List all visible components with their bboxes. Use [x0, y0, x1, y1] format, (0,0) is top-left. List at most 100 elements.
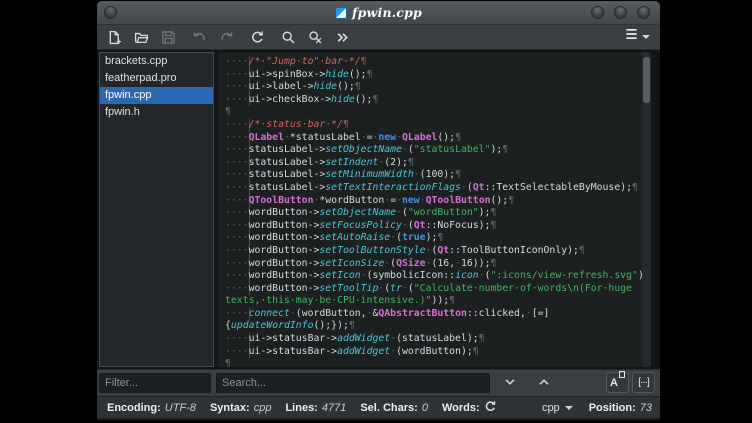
filter-input[interactable] [99, 373, 211, 393]
file-item[interactable]: featherpad.pro [100, 70, 213, 87]
code-line[interactable]: ····wordButton->setToolTip·(tr·("Calcula… [225, 283, 642, 296]
magnifier-x-icon [308, 30, 323, 45]
main-menu-button[interactable] [624, 27, 650, 46]
syntax-combo-value: cpp [542, 402, 560, 414]
words-label: Words: [442, 402, 480, 414]
new-tab-button[interactable] [105, 28, 123, 46]
toolbar-overflow-button[interactable] [333, 28, 351, 46]
chevron-up-icon [537, 375, 551, 392]
window-controls [591, 6, 650, 19]
code-line[interactable]: ····connect·(wordButton,·&QAbstractButto… [225, 308, 642, 321]
sel-chars-value: 0 [422, 402, 428, 414]
whole-word-icon: [···] [638, 377, 649, 388]
search-input[interactable] [216, 373, 490, 393]
window-menu-button[interactable] [104, 6, 117, 19]
file-list: brackets.cppfeatherpad.profpwin.cppfpwin… [99, 52, 214, 367]
lines-label: Lines: [285, 402, 317, 414]
code-line[interactable]: ····/*·"Jump·to"·bar·*/¶ [225, 56, 642, 69]
desktop-background: fpwin.cpp [0, 0, 752, 423]
position-label: Position: [589, 402, 636, 414]
chevron-down-icon [565, 406, 573, 410]
match-case-button[interactable]: A [606, 372, 629, 393]
maximize-button[interactable] [614, 6, 627, 19]
code-line[interactable]: ¶ [225, 358, 642, 367]
editor: ····/*·"Jump·to"·bar·*/¶····ui->spinBox-… [218, 52, 651, 367]
double-chevron-icon [335, 30, 350, 45]
reload-icon [250, 30, 265, 45]
code-line[interactable]: ¶ [225, 106, 642, 119]
main-area: brackets.cppfeatherpad.profpwin.cppfpwin… [97, 50, 660, 369]
file-item[interactable]: fpwin.cpp [100, 87, 213, 104]
hamburger-menu-icon [624, 27, 639, 46]
scrollbar-thumb[interactable] [643, 57, 650, 103]
toolbar [97, 25, 660, 50]
end-search-button[interactable] [306, 28, 324, 46]
code-line[interactable]: ····wordButton->setFocusPolicy·(Qt::NoFo… [225, 220, 642, 233]
status-selection: Sel. Chars: 0 [360, 402, 428, 414]
code-line[interactable]: ····ui->statusBar->addWidget·(wordButton… [225, 346, 642, 359]
code-line[interactable]: ····statusLabel->setTextInteractionFlags… [225, 182, 642, 195]
search-bar: A [···] [97, 369, 660, 396]
code-line[interactable]: ····ui->spinBox->hide();¶ [225, 69, 642, 82]
save-button[interactable] [159, 28, 177, 46]
search-button[interactable] [279, 28, 297, 46]
window-bottom-edge [97, 418, 660, 420]
code-line[interactable]: ····wordButton->setIconSize·(QSize·(16,·… [225, 258, 642, 271]
redo-arrow-icon [219, 30, 234, 45]
new-file-icon [107, 30, 122, 45]
chevron-down-icon [503, 375, 517, 392]
titlebar[interactable]: fpwin.cpp [97, 1, 660, 25]
find-previous-button[interactable] [535, 374, 553, 392]
code-line[interactable]: ····wordButton->setAutoRaise·(true);¶ [225, 232, 642, 245]
syntax-label: Syntax: [210, 402, 250, 414]
close-button[interactable] [637, 6, 650, 19]
file-item[interactable]: fpwin.h [100, 104, 213, 121]
code-line[interactable]: ····ui->checkBox->hide();¶ [225, 94, 642, 107]
open-folder-icon [134, 30, 149, 45]
syntax-value: cpp [254, 402, 272, 414]
redo-button[interactable] [217, 28, 235, 46]
status-position: Position: 73 [589, 402, 652, 414]
word-count-refresh-button[interactable] [484, 400, 497, 416]
vertical-scrollbar[interactable] [642, 52, 651, 367]
code-line[interactable]: ····wordButton->setObjectName·("wordButt… [225, 207, 642, 220]
window-title: fpwin.cpp [352, 5, 422, 20]
whole-word-button[interactable]: [···] [632, 372, 655, 393]
code-line[interactable]: ····statusLabel->setMinimumWidth·(100);¶ [225, 169, 642, 182]
file-item[interactable]: brackets.cpp [100, 53, 213, 70]
encoding-value: UTF-8 [165, 402, 196, 414]
window-title-group: fpwin.cpp [335, 5, 422, 20]
find-next-button[interactable] [501, 374, 519, 392]
position-value: 73 [640, 402, 652, 414]
code-line[interactable]: ····wordButton->setToolButtonStyle·(Qt::… [225, 245, 642, 258]
code-line[interactable]: ····/*·status·bar·*/¶ [225, 119, 642, 132]
code-line[interactable]: texts,·this·may·be·CPU-intensive.)"));¶ [225, 295, 642, 308]
code-line[interactable]: ····QLabel·*statusLabel·=·new·QLabel();¶ [225, 132, 642, 145]
undo-button[interactable] [190, 28, 208, 46]
code-line[interactable]: ····QToolButton·*wordButton·=·new·QToolB… [225, 195, 642, 208]
code-line[interactable]: {updateWordInfo();});¶ [225, 320, 642, 333]
code-line[interactable]: ····ui->statusBar->addWidget·(statusLabe… [225, 333, 642, 346]
status-encoding: Encoding: UTF-8 [107, 402, 196, 414]
undo-arrow-icon [192, 30, 207, 45]
code-line[interactable]: ····wordButton->setIcon·(symbolicIcon::i… [225, 270, 642, 283]
code-view[interactable]: ····/*·"Jump·to"·bar·*/¶····ui->spinBox-… [218, 52, 642, 367]
reload-button[interactable] [248, 28, 266, 46]
featherpad-app-icon [335, 7, 347, 19]
statusbar-right: cpp Position: 73 [542, 402, 652, 414]
encoding-label: Encoding: [107, 402, 161, 414]
chevron-down-icon [642, 35, 650, 39]
code-line[interactable]: ····statusLabel->setObjectName·("statusL… [225, 144, 642, 157]
minimize-button[interactable] [591, 6, 604, 19]
match-case-icon: A [610, 377, 625, 389]
status-words: Words: [442, 400, 497, 416]
open-file-button[interactable] [132, 28, 150, 46]
syntax-combobox[interactable]: cpp [542, 402, 573, 414]
sel-chars-label: Sel. Chars: [360, 402, 417, 414]
code-line[interactable]: ····ui->label->hide();¶ [225, 81, 642, 94]
magnifier-icon [281, 30, 296, 45]
code-line[interactable]: ····statusLabel->setIndent·(2);¶ [225, 157, 642, 170]
lines-value: 4771 [322, 402, 346, 414]
status-lines: Lines: 4771 [285, 402, 346, 414]
floppy-icon [161, 30, 176, 45]
